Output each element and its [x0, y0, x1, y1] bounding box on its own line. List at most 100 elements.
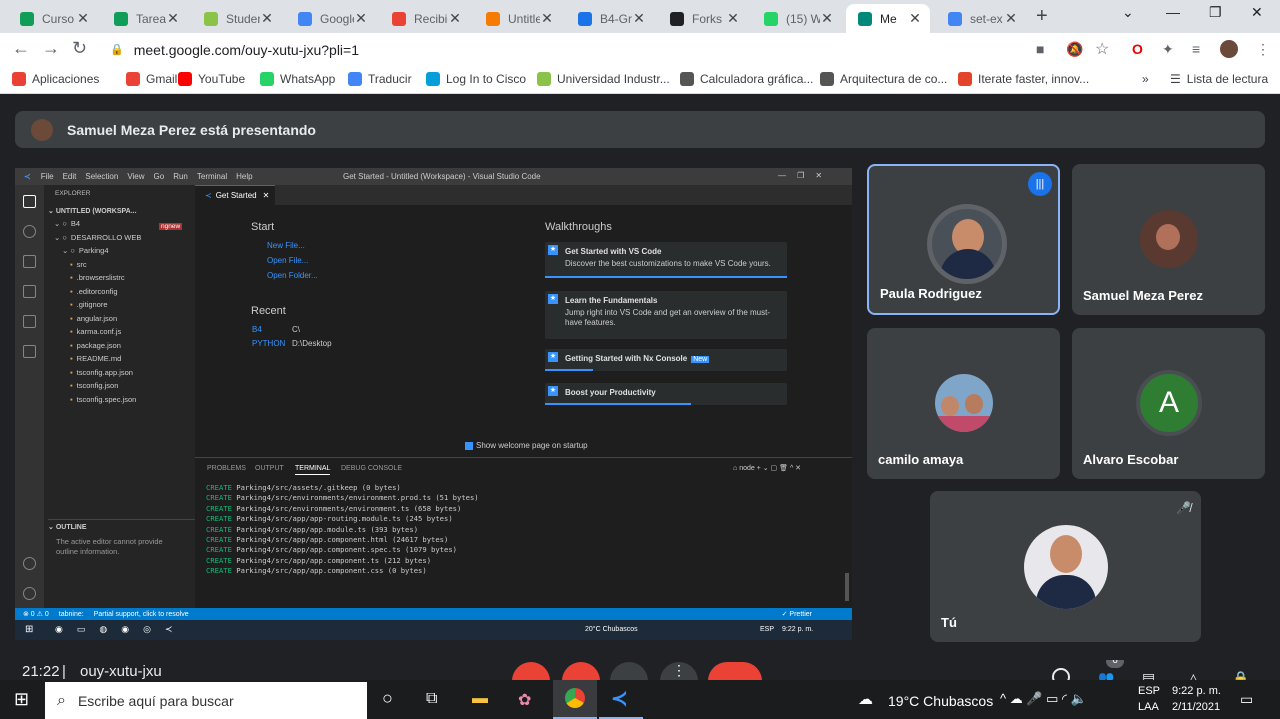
tree-item[interactable]: ▪ tsconfig.app.json: [70, 368, 133, 377]
bookmark-item[interactable]: Iterate faster, innov...: [958, 72, 1089, 86]
clock-date[interactable]: 2/11/2021: [1172, 701, 1220, 713]
notifications-off-icon[interactable]: 🔕: [1066, 41, 1083, 58]
bookmark-item[interactable]: Aplicaciones: [12, 72, 99, 86]
terminal-scrollbar[interactable]: [845, 573, 849, 601]
reading-list-button[interactable]: ☰ Lista de lectura: [1170, 72, 1268, 86]
tree-item[interactable]: ⌄ ○ Parking4: [62, 246, 109, 255]
activities-icon[interactable]: △: [1188, 670, 1199, 680]
partial-support-status[interactable]: Partial support, click to resolve: [94, 611, 189, 618]
cortana-icon[interactable]: ○: [382, 688, 393, 709]
checkbox-icon[interactable]: [465, 441, 473, 450]
menu-icon[interactable]: ⋮: [1256, 41, 1270, 58]
problems-status[interactable]: ⊗ 0 ⚠ 0: [23, 610, 49, 618]
present-button[interactable]: [610, 662, 648, 680]
bookmark-star-icon[interactable]: ☆: [1095, 39, 1109, 59]
tab-close-icon[interactable]: ✕: [632, 10, 646, 27]
settings-gear-icon[interactable]: [23, 587, 36, 600]
taskbar-weather[interactable]: 19°C Chubascos: [888, 693, 993, 709]
tab-close-icon[interactable]: ✕: [540, 10, 554, 27]
explorer-icon[interactable]: [23, 195, 36, 208]
lang-indicator-1[interactable]: ESP: [1138, 685, 1160, 697]
camera-toggle-button[interactable]: [562, 662, 600, 680]
bookmark-item[interactable]: Traducir: [348, 72, 412, 86]
browser-tab[interactable]: Forks ✕: [658, 4, 748, 33]
opera-icon[interactable]: O: [1132, 41, 1143, 57]
browser-tab[interactable]: Curso ✕: [8, 4, 98, 33]
recent-name[interactable]: B4: [252, 325, 262, 334]
tree-item[interactable]: ▪ tsconfig.spec.json: [70, 395, 136, 404]
participant-tile-self[interactable]: 🎤̸ Tú: [930, 491, 1201, 642]
browser-tab[interactable]: Recibid✕: [380, 4, 470, 33]
file-explorer-icon[interactable]: ▬: [472, 690, 488, 708]
tab-search-icon[interactable]: ⌄: [1122, 4, 1134, 21]
browser-tab[interactable]: set-ex ✕: [936, 4, 1026, 33]
tab-close-icon[interactable]: ✕: [1004, 10, 1018, 27]
panel-tab[interactable]: TERMINAL: [295, 465, 331, 475]
tab-close-icon[interactable]: ✕: [166, 10, 180, 27]
bookmark-item[interactable]: Arquitectura de co...: [820, 72, 947, 86]
lang-indicator-2[interactable]: LAA: [1138, 701, 1159, 713]
vscode-menu-item[interactable]: Selection: [85, 172, 118, 181]
browser-tab[interactable]: Studen✕: [192, 4, 282, 33]
tree-item[interactable]: ⌄ ○ B4: [54, 219, 80, 228]
extensions-icon[interactable]: ✦: [1162, 41, 1174, 58]
tree-item[interactable]: ▪ src: [70, 260, 87, 269]
panel-tab[interactable]: PROBLEMS: [207, 465, 246, 472]
chrome-taskbar-button[interactable]: [553, 680, 597, 719]
bookmark-item[interactable]: YouTube: [178, 72, 245, 86]
tree-item[interactable]: ▪ angular.json: [70, 314, 117, 323]
app-icon[interactable]: ✿: [518, 690, 531, 710]
bookmark-item[interactable]: WhatsApp: [260, 72, 335, 86]
chat-icon[interactable]: ▤: [1142, 670, 1155, 680]
leave-call-button[interactable]: [708, 662, 762, 680]
camera-icon[interactable]: ■: [1036, 41, 1044, 57]
media-icon[interactable]: ≡: [1192, 41, 1200, 57]
vscode-menu-item[interactable]: Terminal: [197, 172, 227, 181]
walkthrough-card[interactable]: ★ Getting Started with Nx Console New: [545, 349, 787, 371]
new-tab-button[interactable]: +: [1036, 5, 1048, 28]
bookmark-item[interactable]: Gmail: [126, 72, 177, 86]
terminal-shell-select[interactable]: ⌂ node + ⌄ ▢ 🗑 ^ ✕: [733, 464, 801, 472]
participant-tile-camilo[interactable]: camilo amaya: [867, 328, 1060, 479]
tree-item[interactable]: ▪ karma.conf.js: [70, 327, 121, 336]
browser-tab[interactable]: Google✕: [286, 4, 376, 33]
account-icon[interactable]: [23, 557, 36, 570]
meeting-details-icon[interactable]: [1052, 668, 1070, 680]
outline-header[interactable]: ⌄ OUTLINE: [48, 519, 195, 531]
tree-item[interactable]: ▪ README.md: [70, 354, 121, 363]
workspace-header[interactable]: ⌄ UNTITLED (WORKSPA...: [48, 207, 137, 215]
participant-tile-paula[interactable]: ||| Paula Rodriguez: [867, 164, 1060, 315]
bookmark-item[interactable]: Log In to Cisco: [426, 72, 526, 86]
start-link[interactable]: Open Folder...: [267, 271, 318, 280]
forward-icon[interactable]: →: [42, 38, 60, 59]
task-view-icon[interactable]: ⧉: [426, 690, 437, 708]
recent-name[interactable]: PYTHON: [252, 339, 285, 348]
run-debug-icon[interactable]: [23, 285, 36, 298]
walkthrough-card[interactable]: ★ Get Started with VS Code Discover the be…: [545, 242, 787, 278]
extensions-icon[interactable]: [23, 315, 36, 328]
profile-avatar[interactable]: [1220, 40, 1238, 58]
maximize-button[interactable]: ❐: [1209, 4, 1222, 21]
vscode-menu-item[interactable]: File: [41, 172, 54, 181]
tree-item[interactable]: ▪ .gitignore: [70, 300, 108, 309]
participant-tile-alvaro[interactable]: A Alvaro Escobar: [1072, 328, 1265, 479]
walkthrough-card[interactable]: ★ Boost your Productivity: [545, 383, 787, 405]
more-options-icon[interactable]: ⋮: [660, 662, 698, 680]
address-bar[interactable]: 🔒 meet.google.com/ouy-xutu-jxu?pli=1: [110, 37, 1134, 62]
windows-start-icon[interactable]: ⊞: [14, 689, 29, 710]
vscode-menu-item[interactable]: Edit: [63, 172, 77, 181]
search-icon[interactable]: [23, 225, 36, 238]
bookmark-item[interactable]: Universidad Industr...: [537, 72, 670, 86]
tabnine-status[interactable]: tabnine:: [59, 611, 84, 618]
browser-tab[interactable]: B4-Gra✕: [566, 4, 654, 33]
bookmarks-overflow-icon[interactable]: »: [1142, 72, 1149, 86]
back-icon[interactable]: ←: [12, 38, 30, 59]
notifications-icon[interactable]: ▭: [1240, 691, 1253, 708]
people-icon[interactable]: 👥: [1098, 670, 1114, 680]
browser-tab[interactable]: Untitle ✕: [474, 4, 562, 33]
startup-checkbox-row[interactable]: Show welcome page on startup: [465, 441, 588, 450]
tree-item[interactable]: ▪ tsconfig.json: [70, 381, 118, 390]
vscode-menu-item[interactable]: View: [127, 172, 144, 181]
source-control-icon[interactable]: [23, 255, 36, 268]
start-link[interactable]: New File...: [267, 241, 305, 250]
